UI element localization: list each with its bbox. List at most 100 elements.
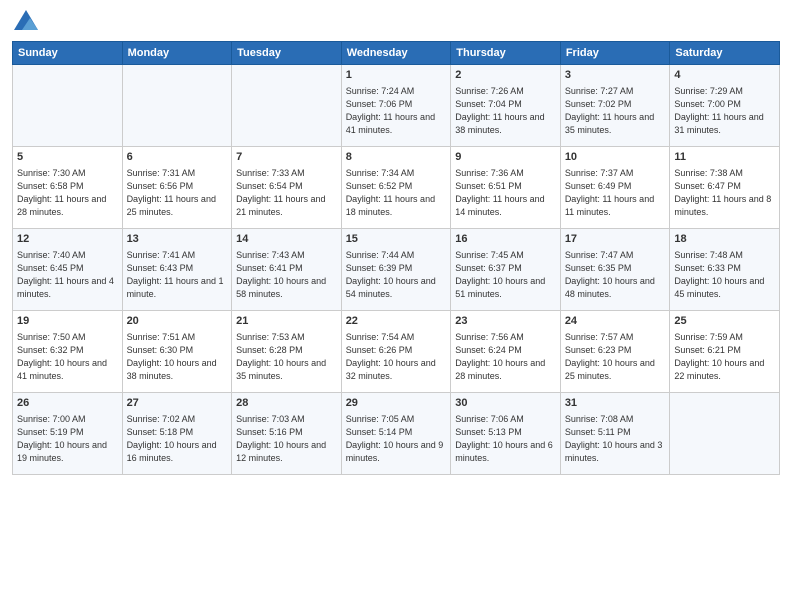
day-info: Sunrise: 7:59 AMSunset: 6:21 PMDaylight:…: [674, 331, 775, 383]
calendar-cell: 25 Sunrise: 7:59 AMSunset: 6:21 PMDayligh…: [670, 310, 780, 392]
calendar-cell: 24 Sunrise: 7:57 AMSunset: 6:23 PMDayligh…: [560, 310, 670, 392]
day-number: 7: [236, 150, 337, 165]
day-number: 8: [346, 150, 447, 165]
weekday-header-monday: Monday: [122, 41, 232, 64]
calendar-week-2: 5 Sunrise: 7:30 AMSunset: 6:58 PMDaylight…: [13, 146, 780, 228]
calendar-cell: 4 Sunrise: 7:29 AMSunset: 7:00 PMDaylight…: [670, 64, 780, 146]
calendar-cell: 1 Sunrise: 7:24 AMSunset: 7:06 PMDaylight…: [341, 64, 451, 146]
calendar-week-3: 12 Sunrise: 7:40 AMSunset: 6:45 PMDayligh…: [13, 228, 780, 310]
calendar-cell: [122, 64, 232, 146]
day-number: 15: [346, 232, 447, 247]
day-number: 19: [17, 314, 118, 329]
day-info: Sunrise: 7:57 AMSunset: 6:23 PMDaylight:…: [565, 331, 666, 383]
logo: [12, 10, 38, 35]
day-number: 18: [674, 232, 775, 247]
day-number: 12: [17, 232, 118, 247]
calendar-cell: [232, 64, 342, 146]
weekday-header-thursday: Thursday: [451, 41, 561, 64]
calendar-cell: 11 Sunrise: 7:38 AMSunset: 6:47 PMDayligh…: [670, 146, 780, 228]
calendar-cell: [13, 64, 123, 146]
calendar-cell: 20Sunrise: 7:51 AMSunset: 6:30 PMDayligh…: [122, 310, 232, 392]
calendar-header-row: SundayMondayTuesdayWednesdayThursdayFrid…: [13, 41, 780, 64]
day-info: Sunrise: 7:50 AMSunset: 6:32 PMDaylight:…: [17, 331, 118, 383]
day-number: 31: [565, 396, 666, 411]
day-info: Sunrise: 7:08 AMSunset: 5:11 PMDaylight:…: [565, 413, 666, 465]
calendar-cell: 15Sunrise: 7:44 AMSunset: 6:39 PMDayligh…: [341, 228, 451, 310]
day-number: 9: [455, 150, 556, 165]
day-info: Sunrise: 7:31 AMSunset: 6:56 PMDaylight:…: [127, 167, 228, 219]
day-info: Sunrise: 7:40 AMSunset: 6:45 PMDaylight:…: [17, 249, 118, 301]
calendar-cell: 3Sunrise: 7:27 AMSunset: 7:02 PMDaylight…: [560, 64, 670, 146]
calendar-cell: 22Sunrise: 7:54 AMSunset: 6:26 PMDayligh…: [341, 310, 451, 392]
day-info: Sunrise: 7:56 AMSunset: 6:24 PMDaylight:…: [455, 331, 556, 383]
day-number: 26: [17, 396, 118, 411]
day-info: Sunrise: 7:53 AMSunset: 6:28 PMDaylight:…: [236, 331, 337, 383]
calendar-cell: [670, 392, 780, 474]
calendar-cell: 7 Sunrise: 7:33 AMSunset: 6:54 PMDaylight…: [232, 146, 342, 228]
day-number: 30: [455, 396, 556, 411]
day-info: Sunrise: 7:43 AMSunset: 6:41 PMDaylight:…: [236, 249, 337, 301]
day-number: 24: [565, 314, 666, 329]
day-info: Sunrise: 7:41 AMSunset: 6:43 PMDaylight:…: [127, 249, 228, 301]
day-number: 14: [236, 232, 337, 247]
calendar-cell: 2 Sunrise: 7:26 AMSunset: 7:04 PMDaylight…: [451, 64, 561, 146]
weekday-header-saturday: Saturday: [670, 41, 780, 64]
day-info: Sunrise: 7:03 AMSunset: 5:16 PMDaylight:…: [236, 413, 337, 465]
calendar-cell: 12 Sunrise: 7:40 AMSunset: 6:45 PMDayligh…: [13, 228, 123, 310]
weekday-header-wednesday: Wednesday: [341, 41, 451, 64]
calendar-week-1: 1 Sunrise: 7:24 AMSunset: 7:06 PMDaylight…: [13, 64, 780, 146]
day-number: 10: [565, 150, 666, 165]
logo-text: [12, 10, 38, 35]
day-info: Sunrise: 7:02 AMSunset: 5:18 PMDaylight:…: [127, 413, 228, 465]
day-info: Sunrise: 7:00 AMSunset: 5:19 PMDaylight:…: [17, 413, 118, 465]
calendar-cell: 28 Sunrise: 7:03 AMSunset: 5:16 PMDayligh…: [232, 392, 342, 474]
calendar-cell: 5 Sunrise: 7:30 AMSunset: 6:58 PMDaylight…: [13, 146, 123, 228]
calendar-week-5: 26 Sunrise: 7:00 AMSunset: 5:19 PMDayligh…: [13, 392, 780, 474]
header: [12, 10, 780, 35]
calendar-cell: 17 Sunrise: 7:47 AMSunset: 6:35 PMDayligh…: [560, 228, 670, 310]
day-info: Sunrise: 7:29 AMSunset: 7:00 PMDaylight:…: [674, 85, 775, 137]
logo-icon: [14, 10, 38, 30]
calendar-cell: 29 Sunrise: 7:05 AMSunset: 5:14 PMDayligh…: [341, 392, 451, 474]
day-number: 1: [346, 68, 447, 83]
calendar-cell: 18 Sunrise: 7:48 AMSunset: 6:33 PMDayligh…: [670, 228, 780, 310]
day-number: 20: [127, 314, 228, 329]
day-number: 5: [17, 150, 118, 165]
day-info: Sunrise: 7:05 AMSunset: 5:14 PMDaylight:…: [346, 413, 447, 465]
weekday-header-sunday: Sunday: [13, 41, 123, 64]
day-info: Sunrise: 7:38 AMSunset: 6:47 PMDaylight:…: [674, 167, 775, 219]
day-info: Sunrise: 7:36 AMSunset: 6:51 PMDaylight:…: [455, 167, 556, 219]
day-info: Sunrise: 7:26 AMSunset: 7:04 PMDaylight:…: [455, 85, 556, 137]
day-number: 21: [236, 314, 337, 329]
day-number: 28: [236, 396, 337, 411]
day-number: 11: [674, 150, 775, 165]
calendar-cell: 13 Sunrise: 7:41 AMSunset: 6:43 PMDayligh…: [122, 228, 232, 310]
day-number: 16: [455, 232, 556, 247]
calendar-cell: 14 Sunrise: 7:43 AMSunset: 6:41 PMDayligh…: [232, 228, 342, 310]
day-number: 13: [127, 232, 228, 247]
day-number: 6: [127, 150, 228, 165]
day-number: 22: [346, 314, 447, 329]
day-info: Sunrise: 7:33 AMSunset: 6:54 PMDaylight:…: [236, 167, 337, 219]
calendar-cell: 19 Sunrise: 7:50 AMSunset: 6:32 PMDayligh…: [13, 310, 123, 392]
day-info: Sunrise: 7:30 AMSunset: 6:58 PMDaylight:…: [17, 167, 118, 219]
day-info: Sunrise: 7:37 AMSunset: 6:49 PMDaylight:…: [565, 167, 666, 219]
day-number: 3: [565, 68, 666, 83]
day-info: Sunrise: 7:47 AMSunset: 6:35 PMDaylight:…: [565, 249, 666, 301]
day-info: Sunrise: 7:24 AMSunset: 7:06 PMDaylight:…: [346, 85, 447, 137]
calendar-cell: 8Sunrise: 7:34 AMSunset: 6:52 PMDaylight…: [341, 146, 451, 228]
calendar-cell: 31 Sunrise: 7:08 AMSunset: 5:11 PMDayligh…: [560, 392, 670, 474]
day-number: 2: [455, 68, 556, 83]
day-number: 29: [346, 396, 447, 411]
day-number: 4: [674, 68, 775, 83]
calendar-cell: 6 Sunrise: 7:31 AMSunset: 6:56 PMDaylight…: [122, 146, 232, 228]
day-number: 17: [565, 232, 666, 247]
day-number: 27: [127, 396, 228, 411]
day-number: 23: [455, 314, 556, 329]
calendar-cell: 23 Sunrise: 7:56 AMSunset: 6:24 PMDayligh…: [451, 310, 561, 392]
day-number: 25: [674, 314, 775, 329]
day-info: Sunrise: 7:45 AMSunset: 6:37 PMDaylight:…: [455, 249, 556, 301]
day-info: Sunrise: 7:48 AMSunset: 6:33 PMDaylight:…: [674, 249, 775, 301]
calendar-week-4: 19 Sunrise: 7:50 AMSunset: 6:32 PMDayligh…: [13, 310, 780, 392]
calendar-cell: 16 Sunrise: 7:45 AMSunset: 6:37 PMDayligh…: [451, 228, 561, 310]
